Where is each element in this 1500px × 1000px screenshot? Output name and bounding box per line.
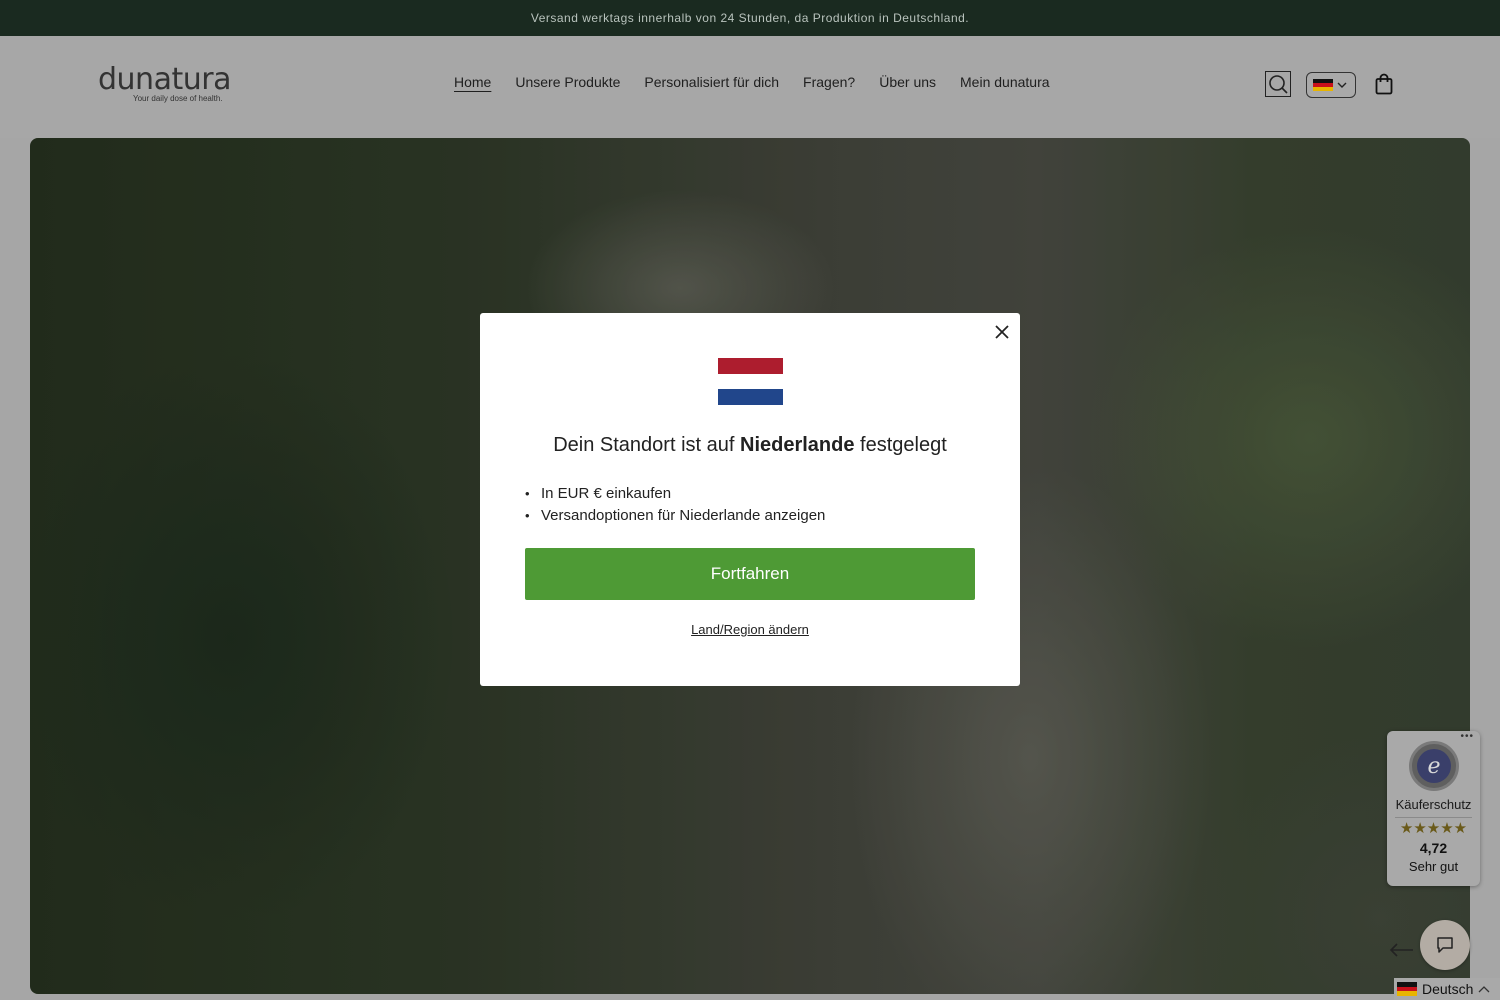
list-item: In EUR € einkaufen: [525, 483, 825, 505]
nav-item-personalized[interactable]: Personalisiert für dich: [644, 74, 779, 90]
german-flag-icon: [1313, 78, 1333, 92]
more-options-icon[interactable]: •••: [1460, 731, 1474, 742]
search-icon: [1269, 75, 1288, 94]
continue-button[interactable]: Fortfahren: [525, 548, 975, 600]
rating-grade: Sehr gut: [1408, 859, 1459, 874]
logo-tagline: Your daily dose of health.: [133, 94, 223, 103]
shopping-bag-icon: [1375, 73, 1393, 95]
search-button[interactable]: [1265, 71, 1291, 97]
nav-item-faq[interactable]: Fragen?: [803, 74, 855, 90]
nav-item-account[interactable]: Mein dunatura: [960, 74, 1050, 90]
netherlands-flag-icon: [718, 358, 783, 406]
nav-item-home[interactable]: Home: [454, 74, 491, 90]
rating-stars: ★★★★★: [1399, 820, 1468, 837]
announcement-text: Versand werktags innerhalb von 24 Stunde…: [530, 11, 970, 25]
close-modal-button[interactable]: [990, 320, 1014, 344]
chat-icon: [1437, 937, 1453, 953]
main-nav: Home Unsere Produkte Personalisiert für …: [454, 74, 1050, 90]
trusted-shops-badge-icon: e: [1409, 741, 1459, 791]
chat-button[interactable]: [1420, 920, 1470, 970]
site-header: dunatura Your daily dose of health. Home…: [0, 36, 1500, 138]
trusted-shops-widget[interactable]: ••• e Käuferschutz ★★★★★ 4,72 Sehr gut: [1387, 731, 1480, 886]
close-icon: [995, 325, 1009, 339]
modal-bullets: In EUR € einkaufen Versandoptionen für N…: [525, 483, 825, 527]
logo[interactable]: dunatura Your daily dose of health.: [98, 62, 231, 104]
modal-title-suffix: festgelegt: [854, 434, 947, 456]
divider: [1395, 817, 1472, 818]
nav-item-products[interactable]: Unsere Produkte: [515, 74, 620, 90]
change-country-link[interactable]: Land/Region ändern: [480, 622, 1020, 637]
modal-title-prefix: Dein Standort ist auf: [553, 434, 740, 456]
language-selector[interactable]: [1306, 72, 1356, 98]
language-switcher[interactable]: Deutsch: [1394, 978, 1500, 1000]
rating-value: 4,72: [1419, 840, 1448, 856]
chevron-up-icon: [1478, 986, 1490, 993]
arrow-left-icon: [1389, 943, 1413, 957]
german-flag-icon: [1397, 982, 1417, 997]
language-label: Deutsch: [1422, 981, 1474, 997]
modal-title-country: Niederlande: [740, 434, 855, 456]
cart-button[interactable]: [1373, 72, 1395, 96]
list-item: Versandoptionen für Niederlande anzeigen: [525, 505, 825, 527]
nav-item-about[interactable]: Über uns: [879, 74, 936, 90]
modal-title: Dein Standort ist auf Niederlande festge…: [480, 434, 1020, 457]
previous-slide-button[interactable]: [1388, 938, 1416, 962]
announcement-bar: Versand werktags innerhalb von 24 Stunde…: [0, 0, 1500, 36]
buyer-protection-label: Käuferschutz: [1395, 797, 1472, 812]
chevron-down-icon: [1337, 82, 1347, 88]
logo-text: dunatura: [98, 62, 231, 97]
